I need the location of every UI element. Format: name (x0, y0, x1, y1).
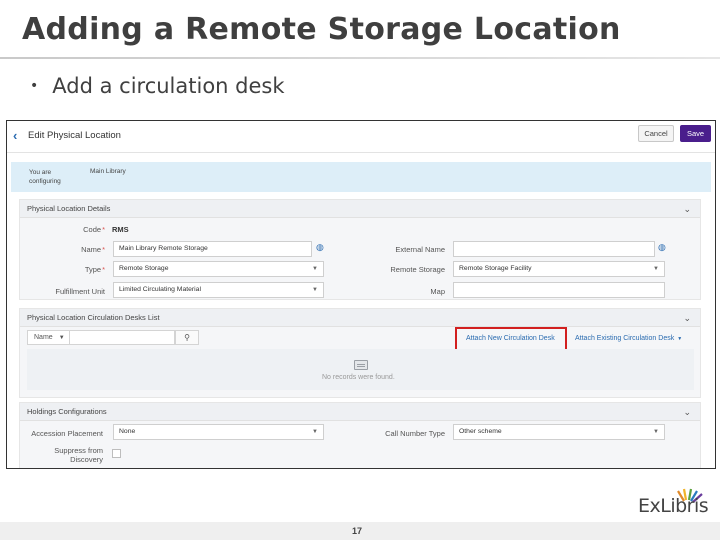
dropdown-caret-icon: ▼ (312, 287, 318, 293)
name-filter-select[interactable]: Name ▼ (27, 330, 70, 345)
bullet-icon: • (30, 78, 39, 94)
external-name-label: External Name (395, 245, 445, 254)
accession-placement-label: Accession Placement (31, 429, 103, 438)
context-bar: You are configuring Main Library (11, 162, 711, 192)
fulfillment-select[interactable]: Limited Circulating Material ▼ (113, 282, 324, 298)
holdings-section-header[interactable]: Holdings Configurations ⌄ (20, 403, 700, 421)
accession-placement-select[interactable]: None ▼ (113, 424, 324, 440)
dropdown-caret-icon: ▼ (653, 429, 659, 435)
map-input[interactable] (453, 282, 665, 298)
name-filter-input[interactable] (70, 330, 175, 345)
page-number: 17 (352, 526, 363, 536)
bullet-point: • Add a circulation desk (30, 74, 285, 98)
cancel-button[interactable]: Cancel (638, 125, 674, 142)
dropdown-caret-icon: ▼ (677, 336, 683, 342)
page-header: ‹ Edit Physical Location Cancel Save (7, 121, 715, 153)
app-screenshot: ‹ Edit Physical Location Cancel Save You… (6, 120, 716, 469)
globe-icon[interactable]: ◍ (316, 242, 324, 253)
bullet-text: Add a circulation desk (52, 74, 285, 98)
attach-existing-desk-link[interactable]: Attach Existing Circulation Desk ▼ (575, 335, 682, 342)
no-records-text: No records were found. (322, 374, 395, 381)
search-icon: ⚲ (184, 333, 190, 342)
remote-storage-label: Remote Storage (390, 265, 445, 274)
name-label: Name* (81, 245, 105, 254)
code-label: Code* (83, 225, 105, 234)
suppress-from-discovery-label: Suppress from Discovery (54, 446, 103, 464)
exlibris-logo: ExLibris (638, 488, 714, 518)
dropdown-caret-icon: ▼ (58, 335, 65, 341)
save-button[interactable]: Save (680, 125, 711, 142)
context-value: Main Library (90, 168, 126, 175)
dropdown-caret-icon: ▼ (312, 429, 318, 435)
name-input[interactable]: Main Library Remote Storage (113, 241, 312, 257)
call-number-type-select[interactable]: Other scheme ▼ (453, 424, 665, 440)
chevron-down-icon[interactable]: ⌄ (683, 403, 691, 421)
dropdown-caret-icon: ▼ (653, 266, 659, 272)
type-select[interactable]: Remote Storage ▼ (113, 261, 324, 277)
chevron-down-icon[interactable]: ⌄ (683, 200, 691, 218)
chevron-left-icon[interactable]: ‹ (13, 128, 17, 143)
desks-section-title: Physical Location Circulation Desks List (27, 313, 160, 322)
details-section-header[interactable]: Physical Location Details ⌄ (20, 200, 700, 218)
no-records-icon (354, 360, 368, 370)
globe-icon[interactable]: ◍ (658, 242, 666, 253)
chevron-down-icon[interactable]: ⌄ (683, 309, 691, 327)
title-divider (0, 57, 720, 59)
remote-storage-select[interactable]: Remote Storage Facility ▼ (453, 261, 665, 277)
logo-text: ExLibris (638, 495, 709, 517)
details-section-title: Physical Location Details (27, 204, 111, 213)
map-label: Map (430, 287, 445, 296)
page-title: Edit Physical Location (28, 130, 121, 141)
code-value: RMS (112, 225, 129, 234)
external-name-input[interactable] (453, 241, 655, 257)
fulfillment-label: Fulfillment Unit (55, 287, 105, 296)
holdings-section-title: Holdings Configurations (27, 407, 107, 416)
context-label: You are configuring (29, 169, 61, 185)
type-label: Type* (84, 265, 105, 274)
search-button[interactable]: ⚲ (175, 330, 199, 345)
dropdown-caret-icon: ▼ (312, 266, 318, 272)
suppress-from-discovery-checkbox[interactable] (112, 449, 121, 458)
call-number-type-label: Call Number Type (385, 429, 445, 438)
desks-section-header[interactable]: Physical Location Circulation Desks List… (20, 309, 700, 327)
slide-title: Adding a Remote Storage Location (22, 12, 621, 47)
